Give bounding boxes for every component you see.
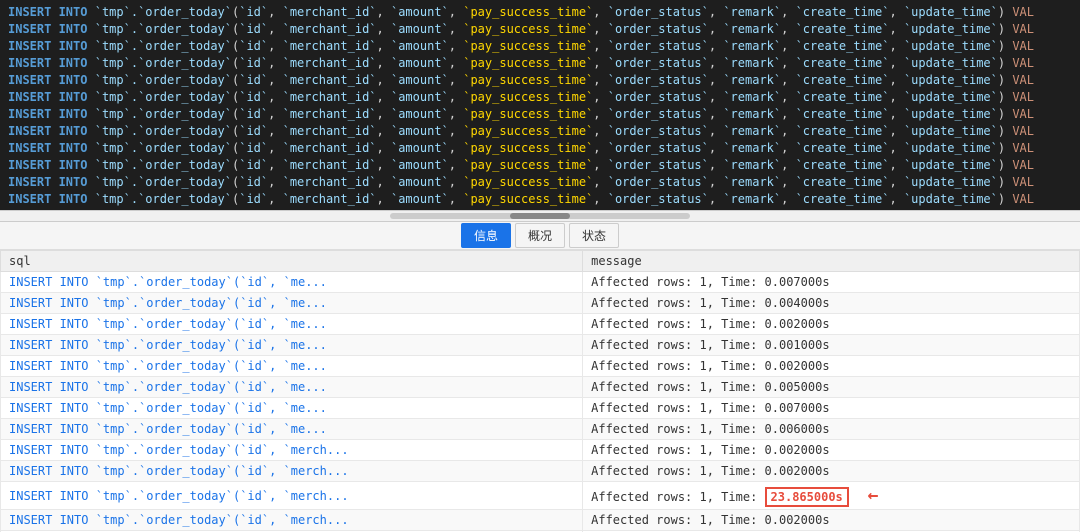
sql-line: INSERT INTO `tmp`.`order_today`(`id`, `m… — [8, 174, 1072, 191]
table-row: INSERT INTO `tmp`.`order_today`(`id`, `m… — [1, 293, 1080, 314]
table-row: INSERT INTO `tmp`.`order_today`(`id`, `m… — [1, 419, 1080, 440]
table-row: INSERT INTO `tmp`.`order_today`(`id`, `m… — [1, 377, 1080, 398]
message-cell: Affected rows: 1, Time: 0.005000s — [583, 377, 1080, 398]
table-row: INSERT INTO `tmp`.`order_today`(`id`, `m… — [1, 398, 1080, 419]
sql-line: INSERT INTO `tmp`.`order_today`(`id`, `m… — [8, 157, 1072, 174]
sql-cell: INSERT INTO `tmp`.`order_today`(`id`, `m… — [1, 293, 583, 314]
tab-bar: 信息概况状态 — [0, 222, 1080, 250]
message-cell: Affected rows: 1, Time: 0.002000s — [583, 510, 1080, 531]
message-cell: Affected rows: 1, Time: 0.002000s — [583, 356, 1080, 377]
message-cell: Affected rows: 1, Time: 0.002000s — [583, 440, 1080, 461]
sql-line: INSERT INTO `tmp`.`order_today`(`id`, `m… — [8, 38, 1072, 55]
message-text: Affected rows: 1, Time: — [591, 490, 764, 504]
message-cell: Affected rows: 1, Time: 0.002000s — [583, 461, 1080, 482]
highlighted-time-value: 23.865000s — [765, 487, 849, 507]
table-row: INSERT INTO `tmp`.`order_today`(`id`, `m… — [1, 461, 1080, 482]
sql-cell: INSERT INTO `tmp`.`order_today`(`id`, `m… — [1, 461, 583, 482]
col-header-sql: sql — [1, 251, 583, 272]
message-cell: Affected rows: 1, Time: 0.007000s — [583, 272, 1080, 293]
sql-cell: INSERT INTO `tmp`.`order_today`(`id`, `m… — [1, 314, 583, 335]
scrollbar-track[interactable] — [390, 213, 690, 219]
message-cell: Affected rows: 1, Time: 0.007000s — [583, 398, 1080, 419]
message-cell: Affected rows: 1, Time: 0.001000s — [583, 335, 1080, 356]
sql-cell: INSERT INTO `tmp`.`order_today`(`id`, `m… — [1, 482, 583, 510]
sql-line: INSERT INTO `tmp`.`order_today`(`id`, `m… — [8, 89, 1072, 106]
sql-cell: INSERT INTO `tmp`.`order_today`(`id`, `m… — [1, 419, 583, 440]
table-row: INSERT INTO `tmp`.`order_today`(`id`, `m… — [1, 272, 1080, 293]
sql-line: INSERT INTO `tmp`.`order_today`(`id`, `m… — [8, 55, 1072, 72]
sql-line: INSERT INTO `tmp`.`order_today`(`id`, `m… — [8, 72, 1072, 89]
sql-line: INSERT INTO `tmp`.`order_today`(`id`, `m… — [8, 123, 1072, 140]
sql-cell: INSERT INTO `tmp`.`order_today`(`id`, `m… — [1, 377, 583, 398]
table-row: INSERT INTO `tmp`.`order_today`(`id`, `m… — [1, 314, 1080, 335]
message-cell: Affected rows: 1, Time: 0.004000s — [583, 293, 1080, 314]
sql-line: INSERT INTO `tmp`.`order_today`(`id`, `m… — [8, 4, 1072, 21]
horizontal-scrollbar[interactable] — [0, 210, 1080, 222]
results-table: sqlmessage INSERT INTO `tmp`.`order_toda… — [0, 250, 1080, 532]
message-cell: Affected rows: 1, Time: 0.002000s — [583, 314, 1080, 335]
results-area[interactable]: sqlmessage INSERT INTO `tmp`.`order_toda… — [0, 250, 1080, 532]
table-row: INSERT INTO `tmp`.`order_today`(`id`, `m… — [1, 440, 1080, 461]
table-row: INSERT INTO `tmp`.`order_today`(`id`, `m… — [1, 335, 1080, 356]
sql-cell: INSERT INTO `tmp`.`order_today`(`id`, `m… — [1, 272, 583, 293]
sql-editor[interactable]: INSERT INTO `tmp`.`order_today`(`id`, `m… — [0, 0, 1080, 210]
sql-cell: INSERT INTO `tmp`.`order_today`(`id`, `m… — [1, 398, 583, 419]
sql-cell: INSERT INTO `tmp`.`order_today`(`id`, `m… — [1, 356, 583, 377]
table-row: INSERT INTO `tmp`.`order_today`(`id`, `m… — [1, 356, 1080, 377]
table-row: INSERT INTO `tmp`.`order_today`(`id`, `m… — [1, 510, 1080, 531]
message-cell: Affected rows: 1, Time: 23.865000s ← — [583, 482, 1080, 510]
scrollbar-thumb[interactable] — [510, 213, 570, 219]
sql-line: INSERT INTO `tmp`.`order_today`(`id`, `m… — [8, 106, 1072, 123]
sql-line: INSERT INTO `tmp`.`order_today`(`id`, `m… — [8, 21, 1072, 38]
sql-cell: INSERT INTO `tmp`.`order_today`(`id`, `m… — [1, 510, 583, 531]
tab-overview[interactable]: 概况 — [515, 223, 565, 248]
col-header-message: message — [583, 251, 1080, 272]
sql-line: INSERT INTO `tmp`.`order_today`(`id`, `m… — [8, 191, 1072, 208]
table-row: INSERT INTO `tmp`.`order_today`(`id`, `m… — [1, 482, 1080, 510]
tab-info[interactable]: 信息 — [461, 223, 511, 248]
sql-cell: INSERT INTO `tmp`.`order_today`(`id`, `m… — [1, 440, 583, 461]
message-cell: Affected rows: 1, Time: 0.006000s — [583, 419, 1080, 440]
sql-line: INSERT INTO `tmp`.`order_today`(`id`, `m… — [8, 140, 1072, 157]
red-arrow-icon: ← — [857, 485, 879, 506]
tab-status[interactable]: 状态 — [569, 223, 619, 248]
sql-cell: INSERT INTO `tmp`.`order_today`(`id`, `m… — [1, 335, 583, 356]
